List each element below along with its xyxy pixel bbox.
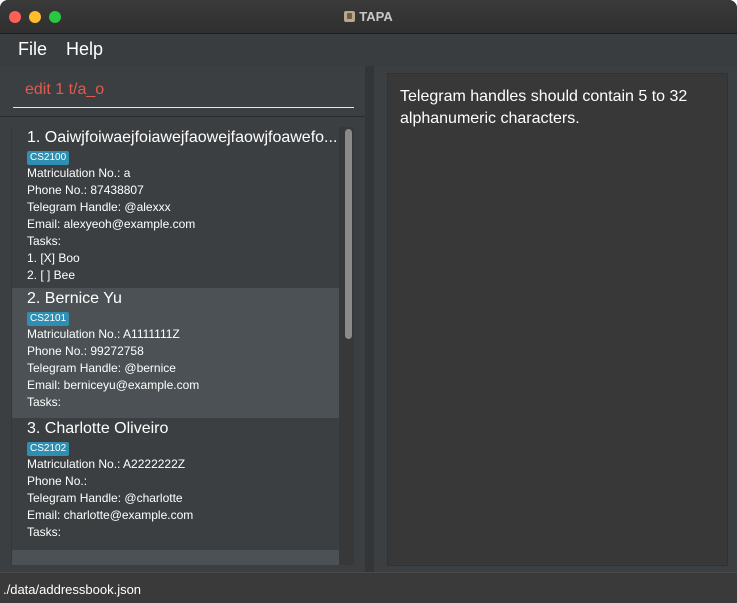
result-message: Telegram handles should contain 5 to 32 …: [400, 88, 688, 127]
result-display: Telegram handles should contain 5 to 32 …: [387, 73, 728, 566]
telegram-handle: Telegram Handle: @bernice: [27, 361, 176, 375]
command-box[interactable]: edit 1 t/a_o: [13, 76, 354, 108]
person-list[interactable]: 1. Oaiwjfoiwaejfoiawejfaowejfaowjfoawefo…: [11, 127, 354, 565]
person-card[interactable]: 2. Bernice Yu CS2101 Matriculation No.: …: [12, 288, 339, 418]
right-pane: Telegram handles should contain 5 to 32 …: [374, 66, 737, 572]
person-card[interactable]: 1. Oaiwjfoiwaejfoiawejfaowejfaowjfoawefo…: [12, 127, 339, 288]
matriculation-number: Matriculation No.: A2222222Z: [27, 457, 186, 471]
menu-file[interactable]: File: [18, 39, 47, 60]
task-item: 1. [X] Boo: [27, 251, 80, 265]
window-title: TAPA: [359, 9, 393, 24]
scrollbar-thumb[interactable]: [345, 129, 352, 339]
tasks-label: Tasks:: [27, 395, 62, 409]
person-name: 1. Oaiwjfoiwaejfoiawejfaowejfaowjfoawefo…: [27, 129, 338, 146]
email: Email: alexyeoh@example.com: [27, 217, 196, 231]
telegram-handle: Telegram Handle: @charlotte: [27, 491, 183, 505]
phone-number: Phone No.: 99272758: [27, 344, 144, 358]
telegram-handle: Telegram Handle: @alexxx: [27, 200, 171, 214]
person-name: 3. Charlotte Oliveiro: [27, 420, 169, 437]
person-list-scrollbar[interactable]: [344, 129, 352, 563]
left-pane: edit 1 t/a_o 1. Oaiwjfoiwaejfoiawejfaowe…: [0, 66, 365, 572]
person-list-panel: 1. Oaiwjfoiwaejfoiawejfaowejfaowjfoawefo…: [0, 116, 365, 572]
person-card-partial[interactable]: [12, 550, 339, 565]
split-pane-divider[interactable]: [365, 66, 374, 572]
email: Email: berniceyu@example.com: [27, 378, 200, 392]
task-item: 2. [ ] Bee: [27, 268, 76, 282]
person-card[interactable]: 3. Charlotte Oliveiro CS2102 Matriculati…: [12, 418, 339, 550]
command-input[interactable]: edit 1 t/a_o: [25, 81, 104, 99]
app-icon: [344, 11, 356, 22]
menu-bar: File Help: [0, 34, 737, 66]
tasks-label: Tasks:: [27, 234, 62, 248]
phone-number: Phone No.:: [27, 474, 88, 488]
tasks-label: Tasks:: [27, 525, 62, 539]
module-tag: CS2101: [27, 312, 70, 326]
save-location: ./data/addressbook.json: [3, 582, 142, 597]
person-name: 2. Bernice Yu: [27, 290, 122, 307]
menu-help[interactable]: Help: [66, 39, 103, 60]
module-tag: CS2100: [27, 151, 70, 165]
status-bar: ./data/addressbook.json: [0, 572, 737, 603]
title-bar: TAPA: [0, 0, 737, 34]
matriculation-number: Matriculation No.: a: [27, 166, 131, 180]
app-window: TAPA File Help edit 1 t/a_o 1. Oaiwjfoiw…: [0, 0, 737, 603]
window-title-area: TAPA: [0, 9, 737, 24]
phone-number: Phone No.: 87438807: [27, 183, 144, 197]
matriculation-number: Matriculation No.: A1111111Z: [27, 327, 180, 341]
module-tag: CS2102: [27, 442, 70, 456]
email: Email: charlotte@example.com: [27, 508, 194, 522]
